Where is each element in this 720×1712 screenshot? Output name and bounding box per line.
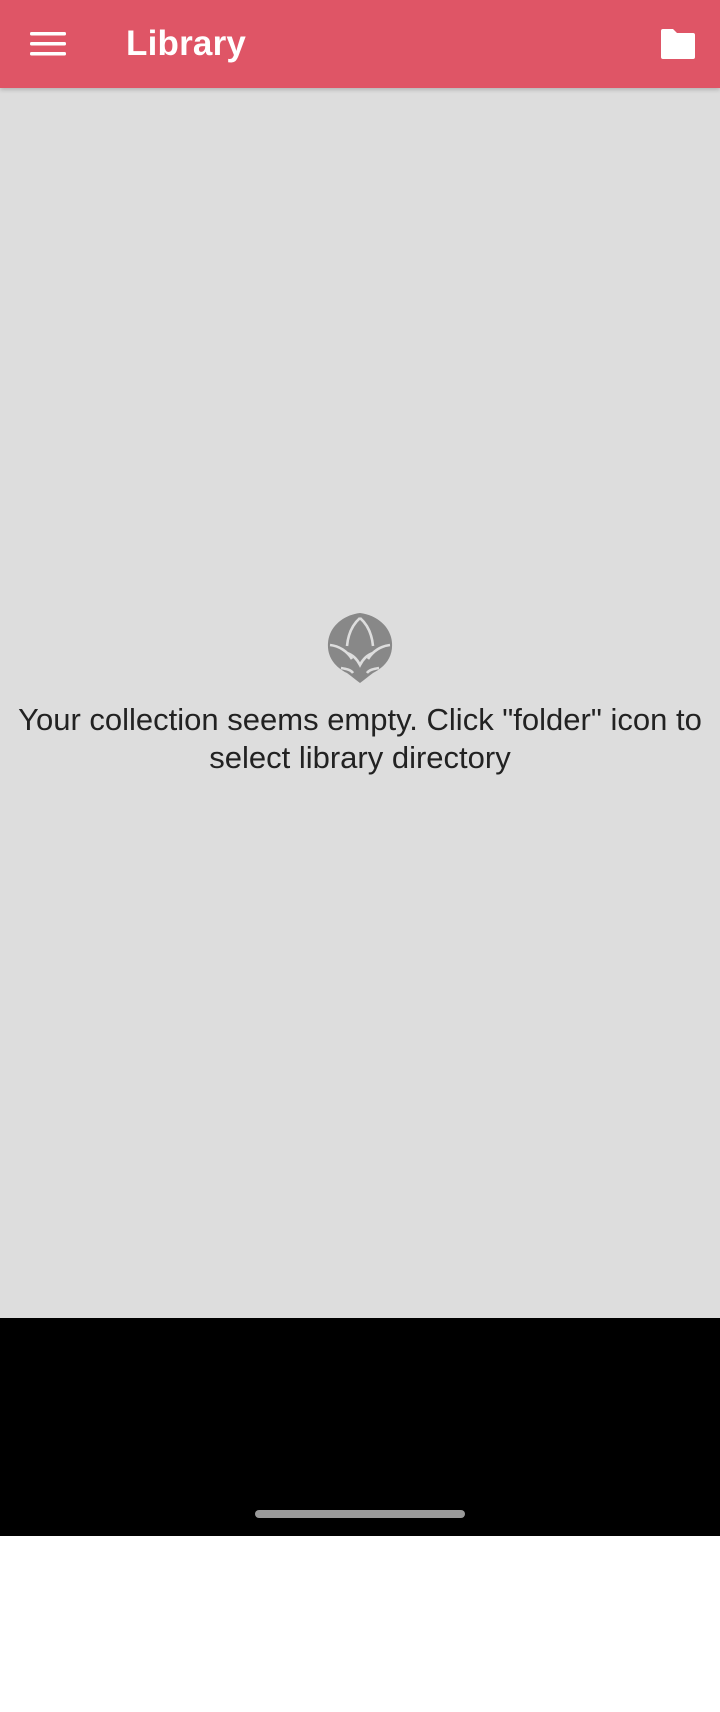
- hop-cone-icon: [327, 613, 393, 683]
- empty-state-message: Your collection seems empty. Click "fold…: [18, 702, 702, 775]
- folder-button[interactable]: [650, 16, 706, 72]
- empty-state: Your collection seems empty. Click "fold…: [0, 613, 720, 777]
- page-title: Library: [126, 24, 247, 63]
- screen: Library Your collection seems empty. Cli…: [0, 0, 720, 1712]
- folder-icon: [661, 29, 695, 59]
- hamburger-menu-icon: [30, 32, 66, 56]
- home-indicator[interactable]: [255, 1510, 465, 1518]
- library-content: Your collection seems empty. Click "fold…: [0, 88, 720, 1318]
- app-bar: Library: [0, 0, 720, 88]
- system-navigation-bar: [0, 1318, 720, 1536]
- menu-button[interactable]: [20, 16, 76, 72]
